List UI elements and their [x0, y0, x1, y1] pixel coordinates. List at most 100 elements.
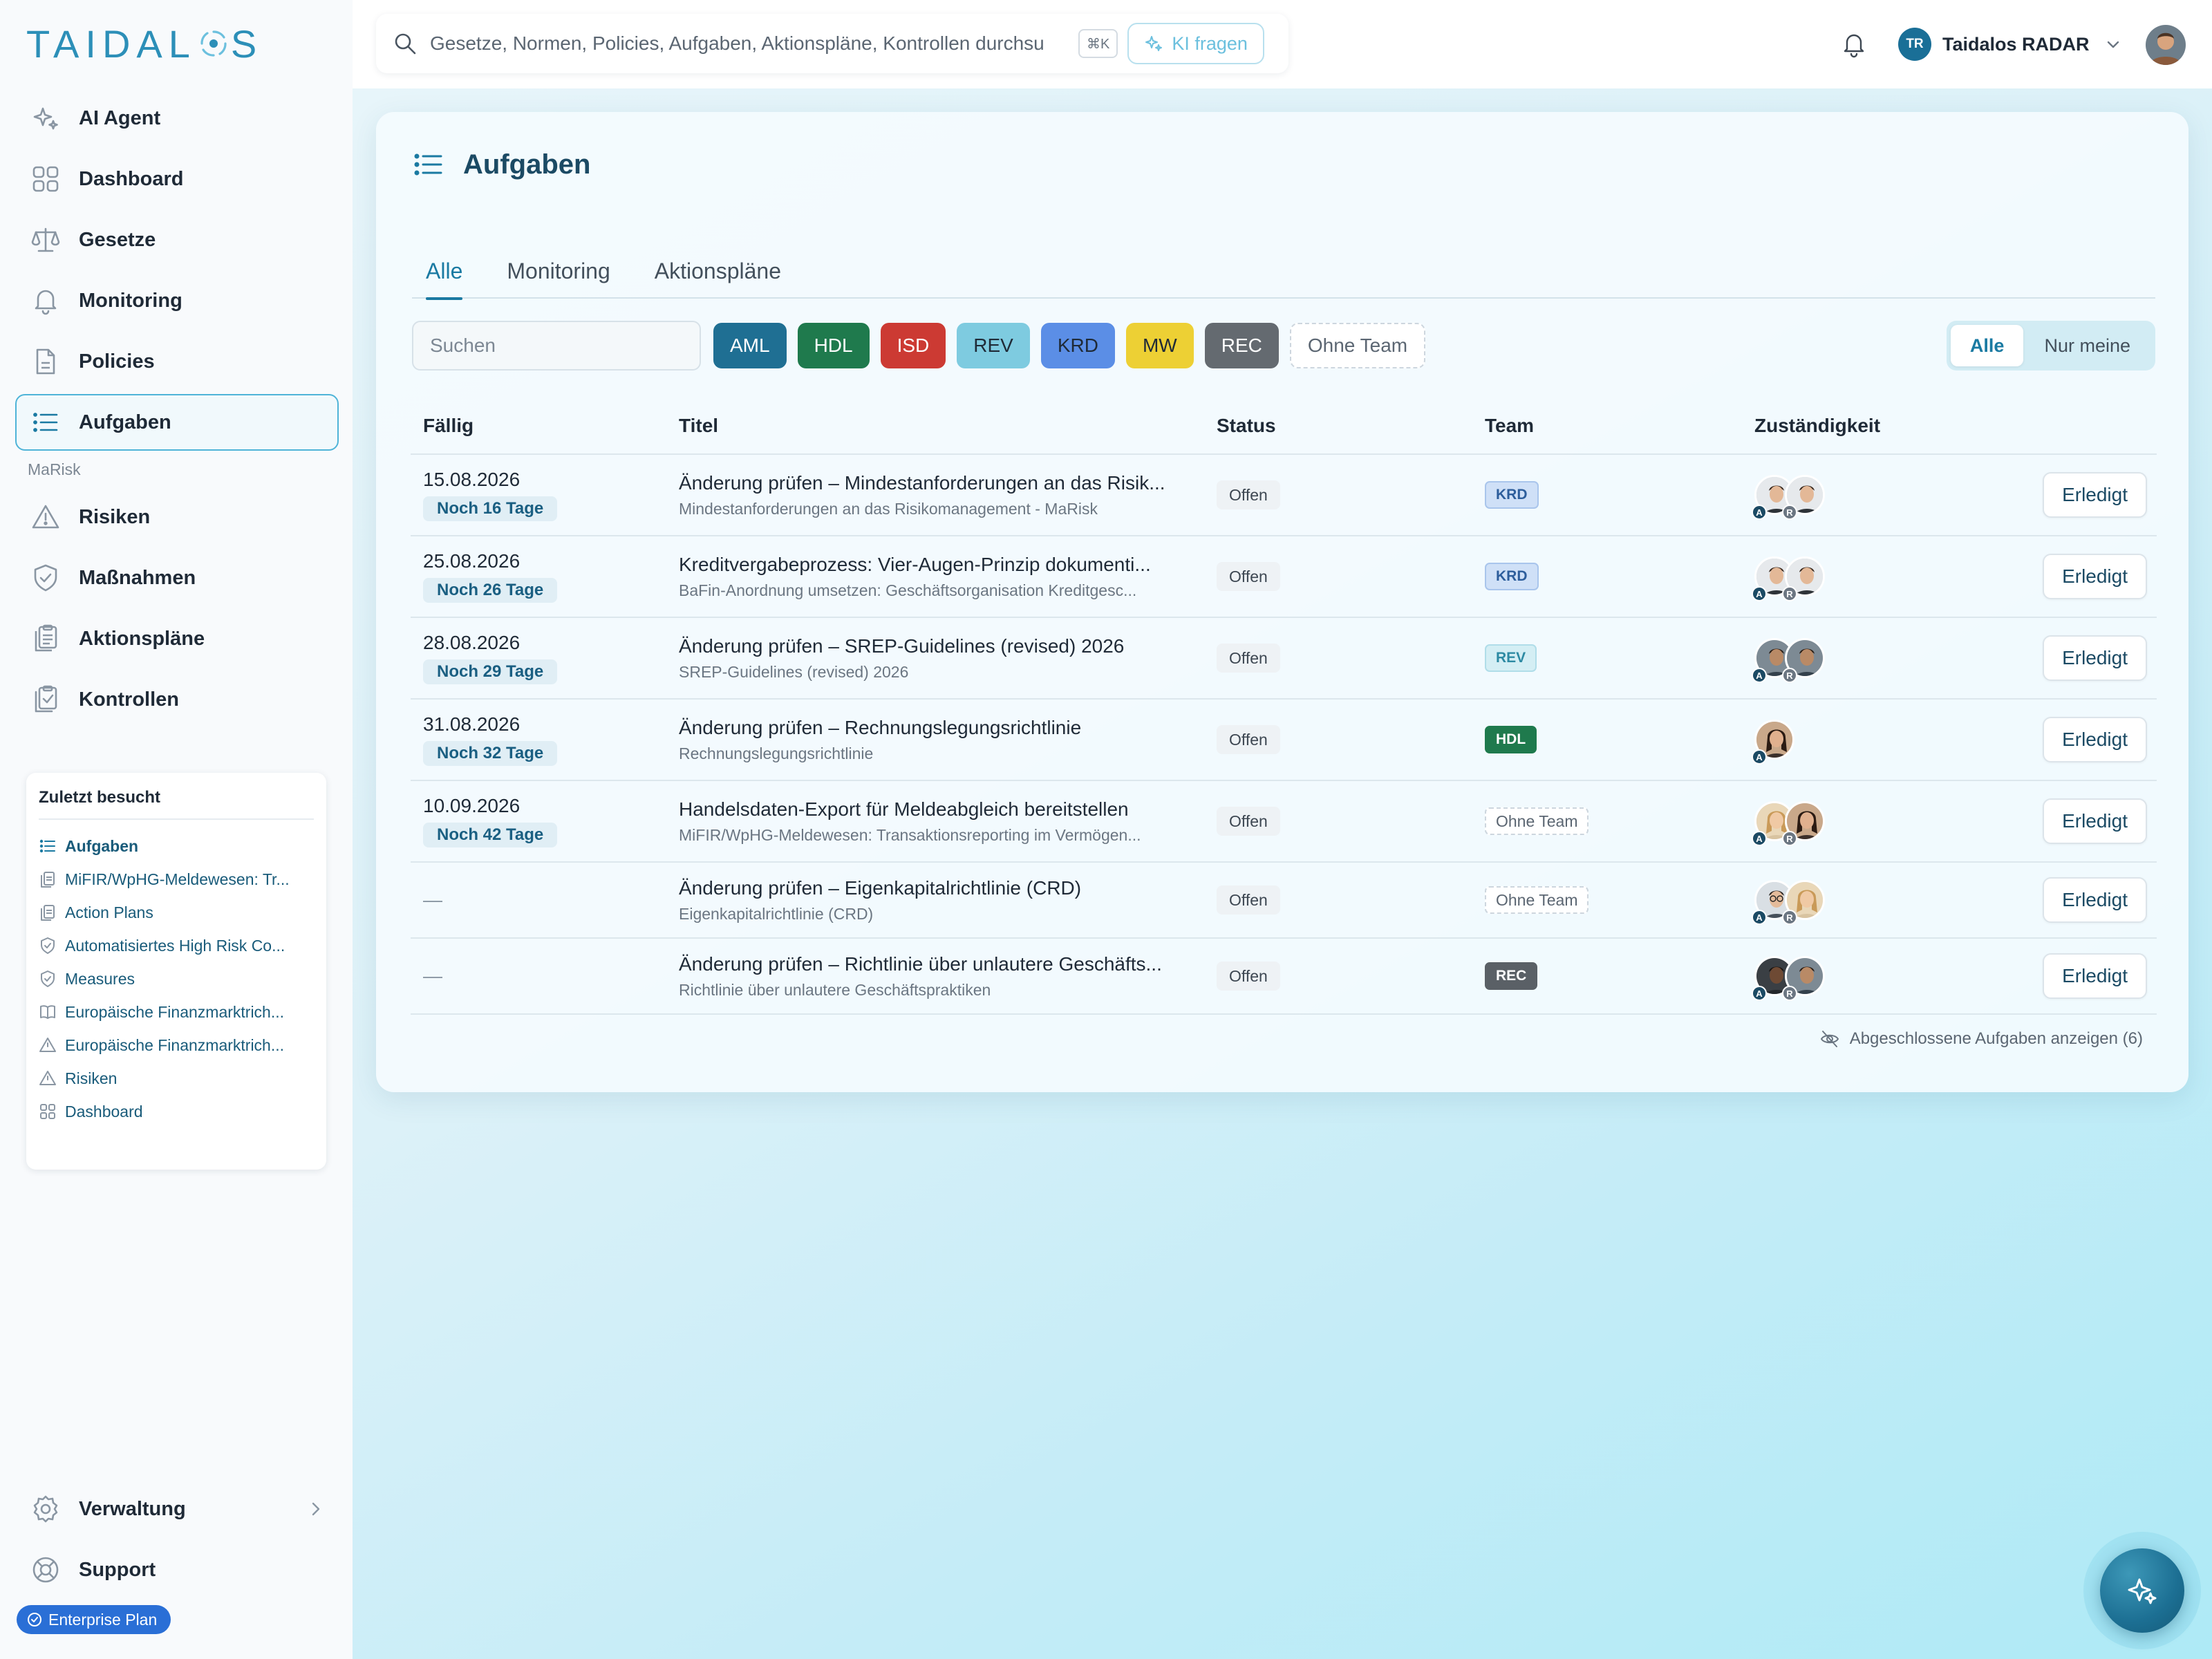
recent-item[interactable]: Europäische Finanzmarktrich...	[39, 995, 314, 1029]
team-filter-hdl[interactable]: HDL	[797, 323, 870, 368]
sidebar-item-monitoring[interactable]: Monitoring	[15, 272, 339, 329]
taidalos-logo[interactable]: TAIDAL S	[26, 22, 263, 66]
mark-done-button[interactable]: Erledigt	[2043, 554, 2147, 599]
task-title[interactable]: Handelsdaten-Export für Meldeabgleich be…	[679, 798, 1190, 821]
assignee-avatars[interactable]: AR	[1752, 473, 2031, 520]
global-search-input[interactable]	[430, 32, 1066, 55]
title-cell: Änderung prüfen – Rechnungslegungsrichtl…	[679, 717, 1217, 763]
recent-item[interactable]: Aufgaben	[39, 830, 314, 863]
tab-aktionsplaene[interactable]: Aktionspläne	[641, 243, 795, 299]
assignee-avatars[interactable]: A	[1752, 718, 2031, 765]
assignee-avatars[interactable]: AR	[1752, 636, 2031, 683]
mark-done-button[interactable]: Erledigt	[2043, 472, 2147, 518]
task-title[interactable]: Änderung prüfen – Richtlinie über unlaut…	[679, 953, 1190, 975]
team-filter-rec[interactable]: REC	[1204, 323, 1279, 368]
column-header-title[interactable]: Titel	[679, 415, 1217, 437]
recent-item[interactable]: MiFIR/WpHG-Meldewesen: Tr...	[39, 863, 314, 896]
mark-done-button[interactable]: Erledigt	[2043, 798, 2147, 844]
sidebar-item-aufgaben[interactable]: Aufgaben	[15, 394, 339, 451]
recent-item[interactable]: Measures	[39, 962, 314, 995]
warning-icon	[39, 1069, 57, 1087]
recent-item[interactable]: Action Plans	[39, 896, 314, 929]
lifebuoy-icon	[30, 1555, 61, 1585]
task-title[interactable]: Änderung prüfen – Mindestanforderungen a…	[679, 472, 1190, 494]
table-row[interactable]: 31.08.2026 Noch 32 Tage Änderung prüfen – …	[411, 700, 2157, 781]
team-filter-aml[interactable]: AML	[713, 323, 787, 368]
mark-done-button[interactable]: Erledigt	[2043, 717, 2147, 762]
mark-done-button[interactable]: Erledigt	[2043, 877, 2147, 923]
show-closed-tasks-toggle[interactable]: Abgeschlossene Aufgaben anzeigen (6)	[1819, 1029, 2143, 1049]
table-row[interactable]: — Änderung prüfen – Richtlinie über unlau…	[411, 939, 2157, 1015]
table-row[interactable]: 10.09.2026 Noch 42 Tage Handelsdaten-Expor…	[411, 781, 2157, 863]
table-row[interactable]: 28.08.2026 Noch 29 Tage Änderung prüfen – …	[411, 618, 2157, 700]
days-remaining-badge: Noch 29 Tage	[423, 659, 558, 684]
sidebar-item-policies[interactable]: Policies	[15, 333, 339, 390]
days-remaining-badge: Noch 26 Tage	[423, 578, 558, 603]
team-filter-isd[interactable]: ISD	[880, 323, 946, 368]
recent-item[interactable]: Risiken	[39, 1062, 314, 1095]
title-cell: Änderung prüfen – Richtlinie über unlaut…	[679, 953, 1217, 1000]
team-badge: REV	[1485, 644, 1537, 672]
ai-assistant-fab[interactable]	[2083, 1532, 2201, 1649]
recent-item[interactable]: Automatisiertes High Risk Co...	[39, 929, 314, 962]
assignee-avatars[interactable]: AR	[1752, 878, 2031, 925]
due-cell: 25.08.2026 Noch 26 Tage	[411, 550, 679, 603]
sidebar-item-risiken[interactable]: Risiken	[15, 489, 339, 545]
ask-ai-button[interactable]: KI fragen	[1127, 23, 1264, 64]
table-row[interactable]: 25.08.2026 Noch 26 Tage Kreditvergabeproze…	[411, 536, 2157, 618]
bell-icon	[30, 285, 61, 316]
team-filter-rev[interactable]: REV	[957, 323, 1030, 368]
assignee-avatars[interactable]: AR	[1752, 799, 2031, 846]
mark-done-button[interactable]: Erledigt	[2043, 953, 2147, 999]
status-badge: Offen	[1217, 644, 1280, 673]
task-source: Mindestanforderungen an das Risikomanage…	[679, 499, 1098, 518]
table-row[interactable]: 15.08.2026 Noch 16 Tage Änderung prüfen – …	[411, 455, 2157, 536]
recent-item[interactable]: Dashboard	[39, 1095, 314, 1128]
table-row[interactable]: — Änderung prüfen – Eigenkapitalrichtlini…	[411, 863, 2157, 939]
sidebar-item-massnahmen[interactable]: Maßnahmen	[15, 550, 339, 606]
global-search[interactable]: ⌘K KI fragen	[376, 14, 1288, 73]
scope-option-all[interactable]: Alle	[1950, 325, 2024, 366]
column-header-status[interactable]: Status	[1217, 415, 1485, 437]
responsible-tag: R	[1782, 586, 1797, 601]
due-cell: 31.08.2026 Noch 32 Tage	[411, 713, 679, 766]
notifications-bell-icon[interactable]	[1840, 30, 1868, 58]
sidebar-item-support[interactable]: Support	[15, 1541, 339, 1598]
task-title[interactable]: Änderung prüfen – SREP-Guidelines (revis…	[679, 635, 1190, 657]
tab-monitoring[interactable]: Monitoring	[493, 243, 624, 299]
assignee-avatars[interactable]: AR	[1752, 554, 2031, 601]
accountable-tag: A	[1752, 668, 1767, 683]
task-title[interactable]: Änderung prüfen – Rechnungslegungsrichtl…	[679, 717, 1190, 739]
task-title[interactable]: Kreditvergabeprozess: Vier-Augen-Prinzip…	[679, 554, 1190, 576]
action-cell: Erledigt	[2031, 877, 2157, 923]
recent-item[interactable]: Europäische Finanzmarktrich...	[39, 1029, 314, 1062]
column-header-due[interactable]: Fällig	[411, 415, 679, 437]
sidebar-item-dashboard[interactable]: Dashboard	[15, 151, 339, 207]
column-header-team[interactable]: Team	[1485, 415, 1754, 437]
organization-switcher[interactable]: TR Taidalos RADAR	[1898, 19, 2126, 69]
sidebar-item-kontrollen[interactable]: Kontrollen	[15, 671, 339, 728]
action-cell: Erledigt	[2031, 554, 2157, 599]
user-avatar[interactable]	[2146, 25, 2186, 65]
task-search-input[interactable]	[412, 321, 701, 371]
logo-text-left: TAIDAL	[26, 21, 196, 66]
page-title: Aufgaben	[463, 149, 591, 180]
organization-avatar: TR	[1898, 28, 1931, 61]
sidebar-item-verwaltung[interactable]: Verwaltung	[15, 1481, 339, 1537]
chevron-right-icon	[307, 1500, 325, 1518]
sidebar-item-aktionsplaene[interactable]: Aktionspläne	[15, 610, 339, 667]
action-cell: Erledigt	[2031, 953, 2157, 999]
column-header-owner[interactable]: Zuständigkeit	[1754, 415, 2031, 437]
team-filter-mw[interactable]: MW	[1125, 323, 1194, 368]
enterprise-plan-badge[interactable]: Enterprise Plan	[17, 1605, 171, 1634]
scope-option-mine[interactable]: Nur meine	[2023, 325, 2151, 366]
sidebar-item-label: Dashboard	[79, 167, 184, 190]
tab-alle[interactable]: Alle	[412, 243, 476, 300]
sidebar-item-gesetze[interactable]: Gesetze	[15, 212, 339, 268]
team-filter-no-team[interactable]: Ohne Team	[1289, 323, 1426, 368]
team-filter-krd[interactable]: KRD	[1040, 323, 1115, 368]
sidebar-item-ai-agent[interactable]: AI Agent	[15, 90, 339, 147]
task-title[interactable]: Änderung prüfen – Eigenkapitalrichtlinie…	[679, 877, 1190, 899]
assignee-avatars[interactable]: AR	[1752, 954, 2031, 1001]
mark-done-button[interactable]: Erledigt	[2043, 635, 2147, 681]
